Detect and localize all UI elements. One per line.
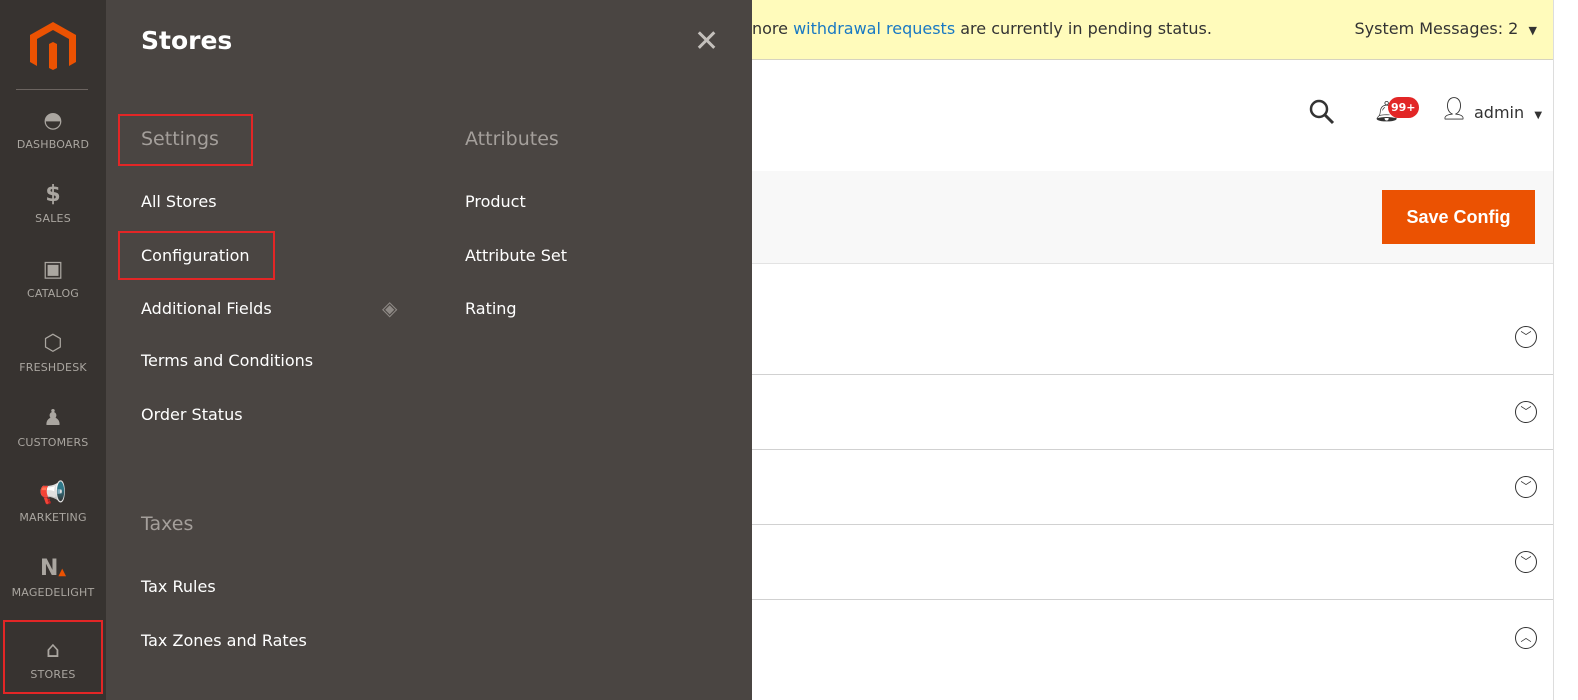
config-section-row[interactable]: ﹀ <box>752 525 1553 600</box>
page-header: 🔔︎ 99+ 👤︎ admin ▼ <box>752 61 1553 171</box>
search-icon[interactable] <box>1309 99 1335 125</box>
chevron-down-circle-icon[interactable]: ﹀ <box>1515 551 1537 573</box>
config-section-row[interactable]: ﹀ <box>752 450 1553 525</box>
chevron-down-circle-icon[interactable]: ﹀ <box>1515 401 1537 423</box>
user-menu[interactable]: admin ▼ <box>1474 103 1542 122</box>
box-icon: ▣ <box>42 257 64 282</box>
nav-divider <box>16 89 88 90</box>
megaphone-icon: 📢 <box>39 481 67 506</box>
username: admin <box>1474 103 1525 122</box>
config-section-row[interactable]: ﹀ <box>752 300 1553 375</box>
close-icon[interactable]: ✕ <box>694 24 719 59</box>
chevron-up-circle-icon[interactable]: ︿ <box>1515 626 1537 649</box>
nav-item-stores[interactable]: ⌂ STORES <box>3 620 103 694</box>
nav-item-dashboard[interactable]: ◓ DASHBOARD <box>0 108 106 184</box>
page-actions: Save Config <box>752 171 1553 264</box>
chevron-down-icon: ▼ <box>1534 110 1543 121</box>
menu-item-configuration[interactable]: Configuration <box>141 246 250 265</box>
nav-item-sales[interactable]: $ SALES <box>0 182 106 258</box>
system-message-bar: nore withdrawal requests are currently i… <box>752 0 1553 60</box>
nav-item-customers[interactable]: ♟ CUSTOMERS <box>0 406 106 482</box>
section-heading-taxes: Taxes <box>141 513 194 535</box>
hexagon-icon: ⬡ <box>43 331 63 356</box>
menu-item-attribute-set[interactable]: Attribute Set <box>465 246 567 265</box>
message-text-suffix: are currently in pending status. <box>955 19 1212 38</box>
menu-item-terms-and-conditions[interactable]: Terms and Conditions <box>141 351 313 370</box>
menu-item-product[interactable]: Product <box>465 192 526 211</box>
person-icon: ♟ <box>43 406 63 431</box>
message-text: nore <box>752 19 794 38</box>
chevron-down-circle-icon[interactable]: ﹀ <box>1515 476 1537 498</box>
dollar-icon: $ <box>45 182 61 207</box>
menu-item-tax-zones-and-rates[interactable]: Tax Zones and Rates <box>141 631 307 650</box>
menu-item-all-stores[interactable]: All Stores <box>141 192 217 211</box>
scrollbar[interactable] <box>1553 0 1578 700</box>
menu-item-additional-fields[interactable]: Additional Fields <box>141 299 272 318</box>
section-heading-settings: Settings <box>141 128 219 150</box>
magento-logo-icon[interactable] <box>30 22 76 70</box>
menu-item-tax-rules[interactable]: Tax Rules <box>141 577 216 596</box>
system-messages-label: System Messages: 2 <box>1354 19 1519 38</box>
diamond-icon: ◈ <box>382 296 398 320</box>
user-icon: 👤︎ <box>1440 97 1468 122</box>
nav-item-marketing[interactable]: 📢 MARKETING <box>0 481 106 557</box>
gauge-icon: ◓ <box>43 108 63 133</box>
menu-item-order-status[interactable]: Order Status <box>141 405 243 424</box>
flyout-title: Stores <box>141 26 233 55</box>
system-messages-toggle[interactable]: System Messages: 2 ▼ <box>1354 0 1537 60</box>
nav-item-catalog[interactable]: ▣ CATALOG <box>0 257 106 333</box>
save-config-button[interactable]: Save Config <box>1382 190 1535 244</box>
config-section-row[interactable]: ﹀ <box>752 375 1553 450</box>
menu-item-rating[interactable]: Rating <box>465 299 517 318</box>
withdrawal-requests-link[interactable]: withdrawal requests <box>793 19 955 38</box>
chevron-down-circle-icon[interactable]: ﹀ <box>1515 326 1537 348</box>
config-section-row[interactable]: ︿ <box>752 600 1553 675</box>
chevron-down-icon: ▼ <box>1528 24 1537 37</box>
section-heading-attributes: Attributes <box>465 128 559 150</box>
store-icon: ⌂ <box>46 638 60 663</box>
main-navigation: ◓ DASHBOARD $ SALES ▣ CATALOG ⬡ FRESHDESK ♟ C… <box>0 0 106 700</box>
nav-item-freshdesk[interactable]: ⬡ FRESHDESK <box>0 331 106 407</box>
notification-badge: 99+ <box>1388 97 1419 118</box>
stores-flyout-menu: Stores ✕ Settings All Stores Configurati… <box>106 0 752 700</box>
magedelight-icon: N▲ <box>39 556 67 581</box>
